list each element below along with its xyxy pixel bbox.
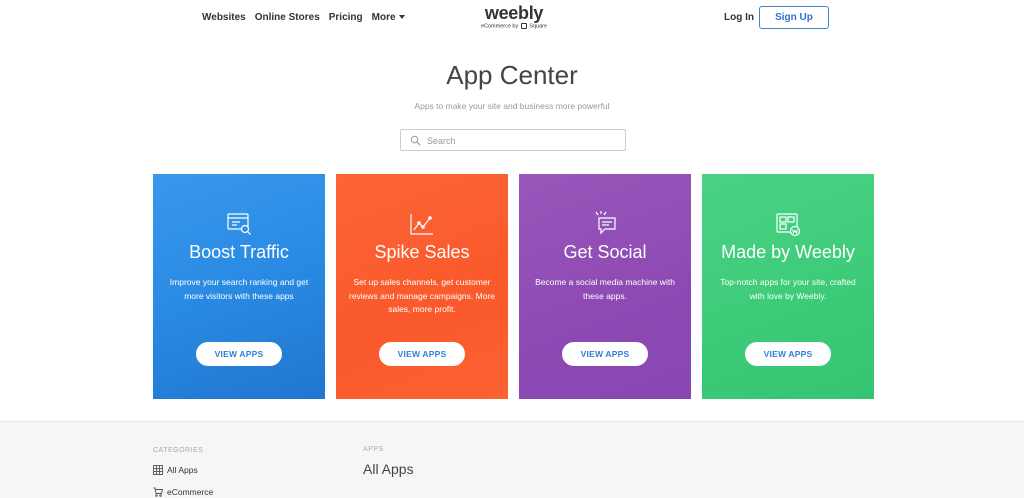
grid-icon [153, 465, 163, 475]
category-ecommerce[interactable]: eCommerce [153, 487, 213, 497]
search-icon [410, 135, 421, 146]
card-description: Improve your search ranking and get more… [169, 277, 309, 301]
card-description: Become a social media machine with these… [535, 277, 675, 301]
card-title: Made by Weebly [721, 242, 855, 262]
card-boost-traffic[interactable]: Boost Traffic Improve your search rankin… [153, 174, 325, 399]
nav-link-websites[interactable]: Websites [202, 12, 246, 23]
logo-wordmark: weebly [484, 3, 544, 23]
card-title: Boost Traffic [189, 242, 289, 262]
logo-tagline-prefix: eCommerce by [480, 23, 519, 30]
nav-links: Websites Online Stores Pricing More [202, 12, 414, 23]
card-description: Top-notch apps for your site, crafted wi… [720, 277, 856, 301]
page-subtitle: Apps to make your site and business more… [414, 101, 610, 111]
browser-search-icon [227, 213, 251, 235]
search-box [400, 129, 626, 151]
square-logo-icon [520, 23, 527, 29]
chat-bubble-icon [595, 211, 616, 235]
nav-link-more[interactable]: More [372, 12, 405, 23]
view-apps-button[interactable]: VIEW APPS [196, 342, 282, 366]
view-apps-button[interactable]: VIEW APPS [745, 342, 831, 366]
category-all-apps[interactable]: All Apps [153, 465, 198, 475]
apps-label: APPS [363, 446, 384, 453]
page-title: App Center [446, 60, 578, 90]
nav-link-pricing[interactable]: Pricing [329, 12, 363, 23]
apps-section: CATEGORIES All Apps eCommerce APPS All A… [0, 421, 1024, 498]
card-description: Set up sales channels, get customer revi… [349, 277, 495, 314]
line-chart-icon [410, 214, 433, 235]
top-nav: Websites Online Stores Pricing More weeb… [0, 0, 1024, 36]
search-input[interactable] [427, 133, 617, 148]
card-title: Spike Sales [374, 242, 470, 262]
card-title: Get Social [563, 242, 647, 262]
logo-tagline: eCommerce by Square [476, 23, 552, 30]
weebly-logo[interactable]: weebly eCommerce by Square [476, 3, 552, 30]
logo-tagline-brand: Square [529, 23, 548, 30]
card-made-by-weebly[interactable]: Made by Weebly Top-notch apps for your s… [702, 174, 874, 399]
signup-button[interactable]: Sign Up [759, 6, 829, 29]
card-spike-sales[interactable]: Spike Sales Set up sales channels, get c… [336, 174, 508, 399]
login-link[interactable]: Log In [724, 12, 754, 23]
card-get-social[interactable]: Get Social Become a social media machine… [519, 174, 691, 399]
weebly-grid-icon [776, 213, 801, 237]
category-label: All Apps [167, 465, 198, 475]
category-label: eCommerce [167, 487, 214, 497]
categories-label: CATEGORIES [153, 447, 204, 454]
view-apps-button[interactable]: VIEW APPS [379, 342, 465, 366]
view-apps-button[interactable]: VIEW APPS [562, 342, 648, 366]
chevron-down-icon [398, 15, 405, 20]
nav-link-online-stores[interactable]: Online Stores [255, 12, 320, 23]
nav-link-more-label: More [371, 12, 396, 23]
cart-icon [153, 487, 163, 497]
apps-title: All Apps [363, 461, 414, 477]
